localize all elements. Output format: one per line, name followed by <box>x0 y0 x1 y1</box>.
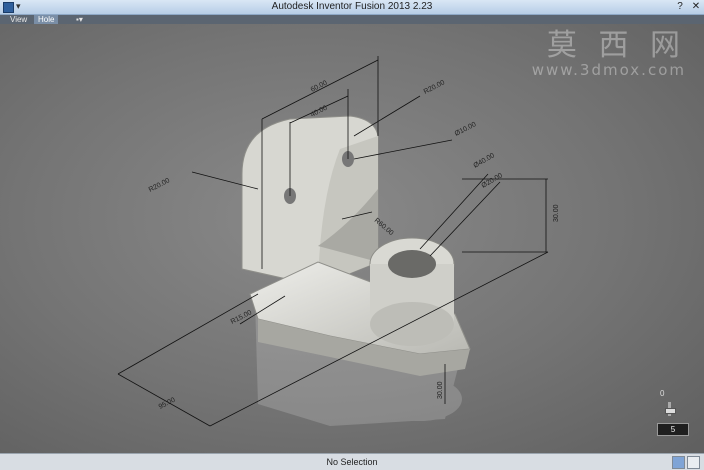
dim-r20-side: R20.00 <box>148 177 171 194</box>
dim-40: 40.00 <box>310 105 329 119</box>
dim-30-right: 30.00 <box>553 204 560 222</box>
status-view-icon[interactable] <box>687 456 700 469</box>
status-bar: No Selection <box>0 453 704 470</box>
dim-60: 60.00 <box>310 80 329 94</box>
dim-95: 95.00 <box>158 397 177 411</box>
window-title: Autodesk Inventor Fusion 2013 2.23 <box>271 1 433 12</box>
ribbon-tab-bar: View Hole ▪▾ <box>0 15 704 24</box>
tab-hole[interactable]: Hole <box>34 15 59 24</box>
tab-menu-icon[interactable]: ▪▾ <box>72 15 96 24</box>
dim-dia40: Ø40.00 <box>473 152 496 170</box>
zoom-input[interactable]: 5 <box>657 423 689 436</box>
close-icon[interactable]: ✕ <box>688 1 704 12</box>
bracket-model <box>241 115 471 376</box>
dim-30-bottom: 30.00 <box>437 381 444 399</box>
status-check-icon[interactable] <box>672 456 685 469</box>
dim-dia20: Ø20.00 <box>481 172 504 190</box>
slider-label: 0 <box>660 389 665 398</box>
dim-r20-top: R20.00 <box>423 79 446 96</box>
3d-viewport[interactable]: 莫 西 网 www.3dmox.com 60.00 40.00 R20.00 Ø… <box>0 24 704 453</box>
title-bar: ▾ Autodesk Inventor Fusion 2013 2.23 ? ✕ <box>0 0 704 15</box>
tab-view[interactable]: View <box>6 15 31 24</box>
help-icon[interactable]: ? <box>672 1 688 12</box>
status-text: No Selection <box>326 457 378 467</box>
model-drawing: 60.00 40.00 R20.00 Ø10.00 R20.00 R60.00 … <box>117 56 560 427</box>
zoom-slider-thumb[interactable] <box>665 408 676 414</box>
dim-dia10: Ø10.00 <box>454 121 478 138</box>
